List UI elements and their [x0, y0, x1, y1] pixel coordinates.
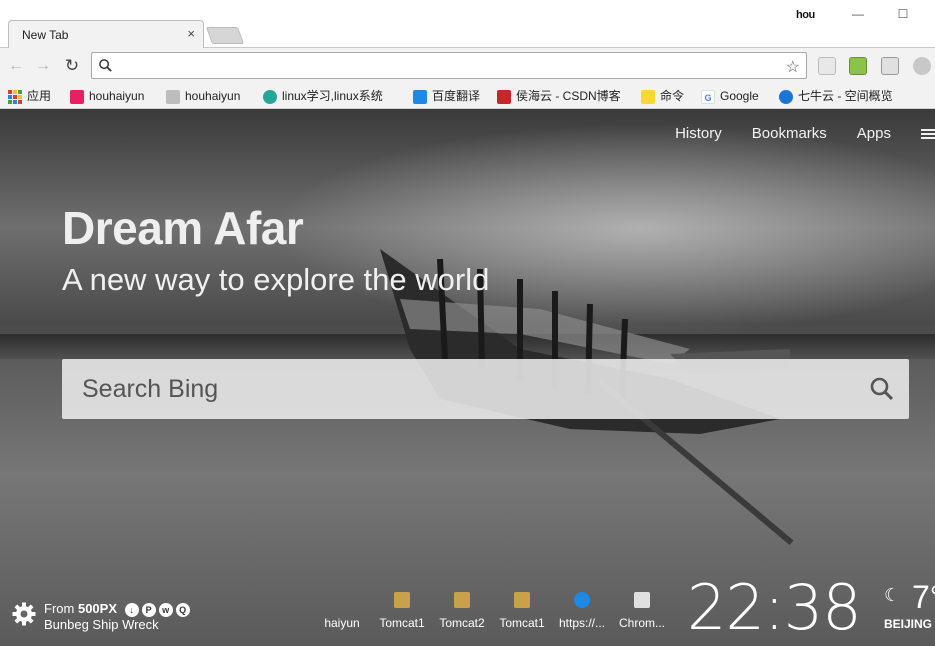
- bookmark-item[interactable]: G Google: [701, 88, 759, 105]
- bookmark-label: 百度翻译: [432, 89, 481, 103]
- dock-label: haiyun: [324, 616, 360, 630]
- google-icon: G: [701, 89, 715, 104]
- apps-grid-icon: [8, 89, 22, 104]
- dock-item[interactable]: haiyun: [312, 592, 372, 630]
- tab-title: New Tab: [22, 28, 69, 42]
- qiniu-icon: [574, 592, 590, 608]
- weather-city: BEIJING: [884, 617, 933, 631]
- bookmark-item[interactable]: 命令: [641, 88, 684, 105]
- dock-label: Tomcat1: [499, 616, 545, 630]
- menu-icon[interactable]: [921, 127, 935, 141]
- folder-icon: [641, 89, 655, 104]
- profile-button[interactable]: hou: [796, 9, 815, 21]
- maximize-button[interactable]: ☐: [886, 4, 920, 24]
- qq-icon[interactable]: Q: [175, 602, 190, 617]
- search-icon: [99, 59, 112, 72]
- hero-subtitle: A new way to explore the world: [62, 262, 490, 297]
- back-button[interactable]: ←: [5, 56, 27, 76]
- tomcat-icon: [394, 592, 410, 608]
- tab-strip: New Tab × hou — ☐: [0, 0, 935, 49]
- bookmark-label: 命令: [660, 89, 685, 103]
- extension-icon[interactable]: [881, 57, 899, 75]
- bookmark-label: houhaiyun: [185, 89, 241, 103]
- bookmark-icon: [166, 89, 180, 104]
- bookmark-item[interactable]: 应用: [8, 88, 51, 105]
- bing-search-box: [62, 359, 909, 419]
- moon-icon: ☾: [884, 585, 901, 605]
- search-input[interactable]: [62, 359, 909, 419]
- dock-label: Tomcat1: [379, 616, 425, 630]
- search-icon[interactable]: [869, 376, 895, 402]
- dream-afar-page: History Bookmarks Apps Dream Afar A new …: [0, 109, 935, 646]
- star-icon[interactable]: ☆: [786, 57, 800, 77]
- photo-source-name[interactable]: 500PX: [78, 601, 117, 616]
- dock-label: https://...: [558, 616, 606, 630]
- bookmark-icon: [70, 89, 84, 104]
- bookmark-item[interactable]: houhaiyun: [70, 88, 144, 105]
- weibo-icon[interactable]: w: [158, 602, 173, 617]
- bookmark-label: 七牛云 - 空间概览: [798, 89, 893, 103]
- forward-button[interactable]: →: [32, 56, 54, 76]
- extension-icon[interactable]: [913, 57, 931, 75]
- gear-icon[interactable]: [12, 602, 36, 626]
- hero-title: Dream Afar: [62, 202, 304, 254]
- extension-icon[interactable]: [849, 57, 867, 75]
- chrome-icon: [634, 592, 650, 608]
- bookmark-label: 应用: [27, 89, 52, 103]
- dock-item[interactable]: Chrom...: [612, 592, 672, 630]
- site-icon: [334, 592, 350, 608]
- dock-item[interactable]: Tomcat1: [372, 592, 432, 630]
- bookmark-item[interactable]: 七牛云 - 空间概览: [779, 88, 893, 105]
- bookmark-label: linux学习,linux系统: [282, 89, 383, 103]
- photo-source-prefix: From: [44, 601, 75, 616]
- quick-links-dock: haiyun Tomcat1 Tomcat2 Tomcat1 https://.…: [312, 592, 672, 630]
- share-icons: ↓ P w Q: [124, 602, 190, 617]
- photo-credit: From 500PX ↓ P w Q Bunbeg Ship Wreck: [12, 601, 190, 632]
- bookmark-item[interactable]: houhaiyun: [166, 88, 240, 105]
- dock-item[interactable]: Tomcat1: [492, 592, 552, 630]
- translate-icon: [413, 89, 427, 104]
- reload-button[interactable]: ↻: [61, 56, 83, 76]
- bookmark-label: Google: [720, 89, 759, 103]
- photo-source: From 500PX ↓ P w Q: [44, 601, 190, 617]
- dock-label: Chrom...: [618, 616, 665, 630]
- csdn-icon: [497, 89, 511, 104]
- toolbar: ← → ↻ ☆: [0, 48, 935, 84]
- browser-window: New Tab × hou — ☐ ← → ↻ ☆ 应用 houhaiyun h…: [0, 0, 935, 646]
- dock-item[interactable]: https://...: [552, 592, 612, 630]
- qiniu-icon: [779, 89, 793, 104]
- bookmark-icon: [263, 89, 277, 104]
- pinterest-icon[interactable]: P: [141, 602, 156, 617]
- minimize-button[interactable]: —: [841, 4, 875, 24]
- bookmark-item[interactable]: linux学习,linux系统: [263, 88, 383, 105]
- bookmark-label: 侯海云 - CSDN博客: [516, 89, 621, 103]
- history-link[interactable]: History: [675, 125, 722, 142]
- temperature: 7°: [912, 579, 935, 615]
- extension-icon[interactable]: [818, 57, 836, 75]
- clock: 22:38: [687, 571, 862, 644]
- address-bar[interactable]: ☆: [91, 52, 807, 79]
- photo-title[interactable]: Bunbeg Ship Wreck: [44, 617, 190, 632]
- dock-label: Tomcat2: [439, 616, 485, 630]
- dock-item[interactable]: Tomcat2: [432, 592, 492, 630]
- new-tab-button[interactable]: [205, 27, 245, 44]
- tab-new-tab[interactable]: New Tab ×: [8, 20, 204, 49]
- tab-close-icon[interactable]: ×: [187, 26, 195, 41]
- top-nav: History Bookmarks Apps: [675, 125, 935, 142]
- bookmarks-bar: 应用 houhaiyun houhaiyun linux学习,linux系统 百…: [0, 84, 935, 109]
- apps-link[interactable]: Apps: [857, 125, 891, 142]
- tomcat-icon: [454, 592, 470, 608]
- bookmark-item[interactable]: 侯海云 - CSDN博客: [497, 88, 621, 105]
- tomcat-icon: [514, 592, 530, 608]
- download-icon[interactable]: ↓: [124, 602, 139, 617]
- bookmark-label: houhaiyun: [89, 89, 145, 103]
- bookmarks-link[interactable]: Bookmarks: [752, 125, 827, 142]
- bookmark-item[interactable]: 百度翻译: [413, 88, 480, 105]
